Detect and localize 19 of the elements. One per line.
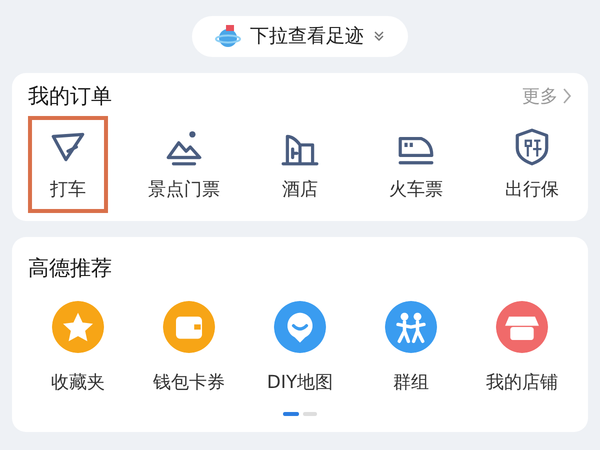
order-shortcut[interactable]: 出行保 xyxy=(492,116,572,213)
order-shortcut[interactable]: 火车票 xyxy=(376,116,456,213)
order-shortcut[interactable]: 景点门票 xyxy=(144,116,224,213)
storefront-icon[interactable] xyxy=(496,300,548,352)
wallet-icon[interactable] xyxy=(163,300,215,352)
people-icon[interactable] xyxy=(385,300,437,352)
shortcut-label[interactable]: 钱包卡券 xyxy=(153,368,225,396)
smiley-pin-icon[interactable] xyxy=(274,300,326,352)
shortcut-label[interactable]: DIY地图 xyxy=(266,368,334,396)
shortcut-label[interactable]: 我的店铺 xyxy=(486,368,558,396)
section-title: 高德推荐 xyxy=(28,255,113,282)
chevron-right-icon xyxy=(562,87,572,106)
section-title: 我的订单 xyxy=(28,82,112,110)
shortcut-label[interactable]: 收藏夹 xyxy=(51,368,105,396)
chevron-down-icon xyxy=(372,29,386,44)
pull-hint-pill[interactable]: 下拉查看足迹 xyxy=(192,16,408,56)
order-shortcut[interactable]: 酒店 xyxy=(260,116,340,213)
shortcut-label[interactable]: 群组 xyxy=(393,368,429,396)
order-shortcut[interactable]: 打车 xyxy=(28,116,108,213)
